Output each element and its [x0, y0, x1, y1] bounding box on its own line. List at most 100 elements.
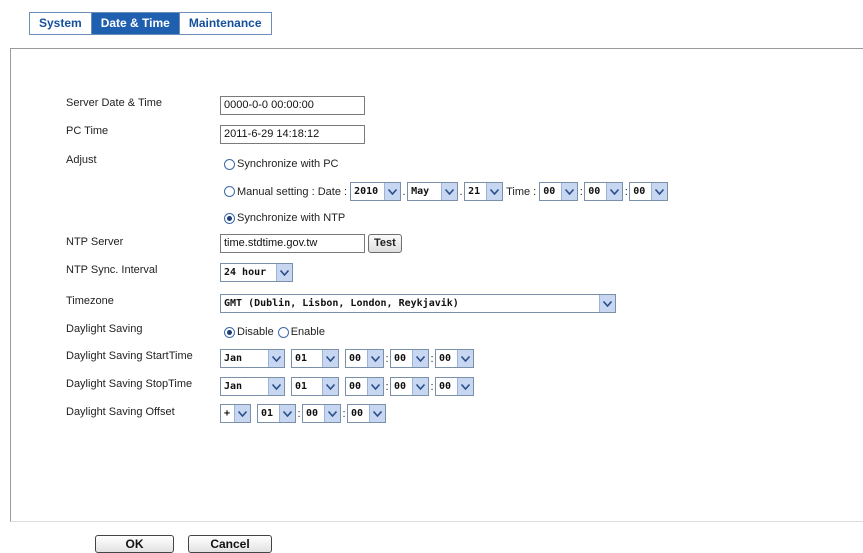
- dst-offset-second-select[interactable]: 00: [347, 404, 386, 423]
- chevron-down-icon: [384, 183, 401, 200]
- year-select[interactable]: 2010: [350, 182, 402, 201]
- dst-stop-label: Daylight Saving StopTime: [66, 378, 193, 390]
- sync-ntp-option[interactable]: Synchronize with NTP: [224, 212, 345, 224]
- minute-select[interactable]: 00: [584, 182, 624, 201]
- chevron-down-icon: [412, 350, 428, 367]
- daylight-enable-radio[interactable]: [277, 326, 289, 338]
- chevron-down-icon: [651, 183, 668, 200]
- ntp-server-field[interactable]: time.stdtime.gov.tw: [220, 234, 365, 253]
- dst-stop-hour-select[interactable]: 00: [345, 377, 384, 396]
- sync-ntp-text: Synchronize with NTP: [237, 212, 346, 224]
- dst-stop-day-value: 01: [295, 381, 308, 392]
- dst-stop-row: Jan 01 00 : 00 : 00: [220, 377, 474, 396]
- sync-ntp-radio[interactable]: [224, 212, 235, 224]
- manual-setting-option[interactable]: Manual setting : Date : 2010 . May . 21 …: [224, 182, 669, 201]
- year-value: 2010: [354, 186, 379, 197]
- dst-offset-sign-value: +: [224, 408, 231, 419]
- dst-offset-minute-select[interactable]: 00: [302, 404, 341, 423]
- dst-start-month-select[interactable]: Jan: [220, 349, 285, 368]
- chevron-down-icon: [324, 405, 340, 422]
- chevron-down-icon: [486, 183, 503, 200]
- ntp-server-label: NTP Server: [66, 236, 124, 248]
- tab-system[interactable]: System: [30, 13, 92, 34]
- chevron-down-icon: [369, 405, 385, 422]
- tab-date-time[interactable]: Date & Time: [91, 13, 180, 34]
- dst-offset-hour-value: 01: [261, 408, 274, 419]
- tab-maintenance[interactable]: Maintenance: [179, 13, 271, 34]
- sync-pc-radio[interactable]: [224, 158, 235, 170]
- daylight-enable-text: Enable: [290, 326, 325, 338]
- chevron-down-icon: [457, 350, 473, 367]
- chevron-down-icon: [606, 183, 623, 200]
- dst-stop-hour-value: 00: [349, 381, 362, 392]
- chevron-down-icon: [268, 350, 284, 367]
- timezone-label: Timezone: [66, 295, 114, 307]
- dst-offset-row: + 01 : 00 : 00: [220, 404, 386, 423]
- pc-time-field[interactable]: 2011-6-29 14:18:12: [220, 125, 365, 144]
- chevron-down-icon: [367, 350, 383, 367]
- chevron-down-icon: [412, 378, 428, 395]
- dst-start-second-value: 00: [439, 353, 452, 364]
- timezone-select[interactable]: GMT (Dublin, Lisbon, London, Reykjavik): [220, 294, 616, 313]
- chevron-down-icon: [279, 405, 295, 422]
- month-select[interactable]: May: [407, 182, 459, 201]
- chevron-down-icon: [561, 183, 578, 200]
- dst-start-second-select[interactable]: 00: [435, 349, 474, 368]
- hour-select[interactable]: 00: [539, 182, 579, 201]
- dst-start-hour-select[interactable]: 00: [345, 349, 384, 368]
- adjust-label: Adjust: [66, 154, 97, 166]
- chevron-down-icon: [599, 295, 615, 312]
- dst-stop-month-value: Jan: [224, 381, 243, 392]
- daylight-saving-label: Daylight Saving: [66, 323, 143, 335]
- month-value: May: [411, 186, 430, 197]
- pc-time-label: PC Time: [66, 125, 109, 137]
- second-select[interactable]: 00: [629, 182, 669, 201]
- dst-start-day-select[interactable]: 01: [291, 349, 339, 368]
- dst-start-row: Jan 01 00 : 00 : 00: [220, 349, 474, 368]
- daylight-disable-text: Disable: [237, 326, 274, 338]
- dst-start-month-value: Jan: [224, 353, 243, 364]
- sync-pc-text: Synchronize with PC: [237, 158, 339, 170]
- ntp-interval-value: 24 hour: [224, 267, 267, 278]
- day-select[interactable]: 21: [464, 182, 504, 201]
- chevron-down-icon: [322, 350, 338, 367]
- settings-panel: [10, 48, 863, 522]
- dst-offset-sign-select[interactable]: +: [220, 404, 251, 423]
- dst-start-label: Daylight Saving StartTime: [66, 350, 193, 362]
- dst-stop-minute-value: 00: [394, 381, 407, 392]
- test-button[interactable]: Test: [368, 234, 402, 253]
- sync-pc-option[interactable]: Synchronize with PC: [224, 158, 339, 170]
- daylight-disable-radio[interactable]: [224, 326, 235, 338]
- dst-stop-day-select[interactable]: 01: [291, 377, 339, 396]
- second-value: 00: [633, 186, 646, 197]
- chevron-down-icon: [322, 378, 338, 395]
- ntp-interval-select[interactable]: 24 hour: [220, 263, 293, 282]
- ntp-interval-label: NTP Sync. Interval: [66, 264, 158, 276]
- daylight-saving-options: Disable Enable: [224, 326, 325, 338]
- ok-button[interactable]: OK: [95, 535, 174, 553]
- tab-bar: System Date & Time Maintenance: [29, 12, 272, 35]
- dst-offset-second-value: 00: [351, 408, 364, 419]
- cancel-button[interactable]: Cancel: [188, 535, 272, 553]
- dst-stop-month-select[interactable]: Jan: [220, 377, 285, 396]
- server-datetime-label: Server Date & Time: [66, 97, 162, 109]
- day-value: 21: [468, 186, 481, 197]
- dst-stop-minute-select[interactable]: 00: [390, 377, 429, 396]
- dst-offset-hour-select[interactable]: 01: [257, 404, 296, 423]
- dst-start-hour-value: 00: [349, 353, 362, 364]
- dst-start-minute-select[interactable]: 00: [390, 349, 429, 368]
- timezone-value: GMT (Dublin, Lisbon, London, Reykjavik): [224, 298, 459, 309]
- hour-value: 00: [543, 186, 556, 197]
- chevron-down-icon: [457, 378, 473, 395]
- manual-date-text: Manual setting : Date :: [237, 185, 348, 198]
- dst-stop-second-value: 00: [439, 381, 452, 392]
- dst-offset-label: Daylight Saving Offset: [66, 406, 175, 418]
- chevron-down-icon: [234, 405, 250, 422]
- dst-stop-second-select[interactable]: 00: [435, 377, 474, 396]
- chevron-down-icon: [276, 264, 292, 281]
- manual-setting-radio[interactable]: [224, 186, 235, 197]
- dst-start-day-value: 01: [295, 353, 308, 364]
- chevron-down-icon: [441, 183, 458, 200]
- chevron-down-icon: [268, 378, 284, 395]
- server-datetime-field[interactable]: 0000-0-0 00:00:00: [220, 96, 365, 115]
